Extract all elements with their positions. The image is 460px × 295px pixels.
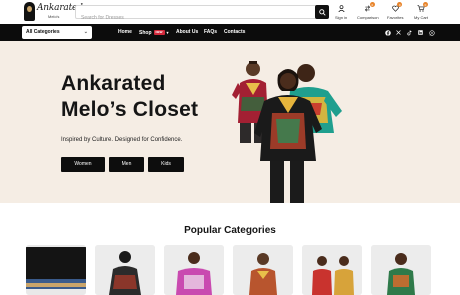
category-card[interactable] — [233, 245, 293, 295]
search-bar — [75, 5, 329, 24]
search-input[interactable] — [76, 12, 314, 24]
category-select[interactable]: All Categories ⌄ — [22, 26, 92, 39]
category-image — [26, 245, 86, 295]
whatsapp-icon[interactable] — [427, 28, 436, 37]
cart-label: My Cart — [414, 15, 428, 20]
new-badge: NEW — [153, 30, 165, 36]
search-button[interactable] — [315, 5, 329, 19]
sign-in-label: Sign in — [335, 15, 348, 20]
women-button[interactable]: Women — [61, 157, 105, 172]
category-card[interactable] — [26, 245, 86, 295]
logo-emblem — [24, 2, 35, 21]
category-card[interactable] — [371, 245, 431, 295]
facebook-icon[interactable] — [383, 28, 392, 37]
site-logo[interactable]: Ankarated Melo's — [24, 2, 83, 22]
nav-contacts[interactable]: Contacts — [224, 28, 245, 37]
category-image — [95, 245, 155, 295]
hero-title-line-2: Melo’s Closet — [61, 98, 199, 121]
chevron-down-icon: ⌄ — [83, 29, 88, 35]
favorites-link[interactable]: 0 Favorites — [387, 2, 404, 20]
sign-in-link[interactable]: Sign in — [335, 4, 347, 20]
favorites-count-badge: 0 — [397, 2, 403, 7]
category-select-value: All Categories — [26, 29, 60, 35]
category-image — [233, 245, 293, 295]
category-card[interactable] — [95, 245, 155, 295]
tiktok-icon[interactable] — [405, 28, 414, 37]
hero-models-image — [232, 61, 342, 203]
search-icon — [318, 8, 326, 16]
heart-icon: 0 — [390, 2, 403, 12]
nav-shop-label: Shop — [139, 30, 152, 36]
category-image — [164, 245, 224, 295]
hero-title-line-1: Ankarated — [61, 72, 166, 95]
linkedin-icon[interactable] — [416, 28, 425, 37]
top-header: Ankarated Melo's Sign in 0 Comparison 0 … — [0, 0, 460, 24]
category-image — [371, 245, 431, 295]
category-image — [302, 245, 362, 295]
category-card[interactable] — [302, 245, 362, 295]
favorites-label: Favorites — [387, 15, 404, 20]
logo-subtext: Melo's — [48, 14, 60, 19]
kids-button[interactable]: Kids — [148, 157, 184, 172]
user-icon — [336, 4, 346, 12]
hero-subtitle: Inspired by Culture. Designed for Confid… — [61, 137, 183, 143]
cart-count-badge: 0 — [423, 2, 428, 7]
hero-banner: Ankarated Melo’s Closet Inspired by Cult… — [0, 41, 460, 203]
comparison-label: Comparison — [357, 15, 379, 20]
chevron-down-icon: ▾ — [166, 30, 169, 35]
hero-title: Ankarated Melo’s Closet — [61, 71, 198, 123]
main-navigation: All Categories ⌄ Home Shop NEW ▾ About Us … — [0, 24, 460, 41]
comparison-link[interactable]: 0 Comparison — [357, 2, 379, 20]
nav-faqs[interactable]: FAQs — [204, 28, 217, 37]
x-icon[interactable] — [394, 28, 403, 37]
compare-icon: 0 — [363, 2, 375, 12]
popular-categories-title: Popular Categories — [184, 225, 276, 236]
nav-home[interactable]: Home — [118, 28, 132, 37]
category-card[interactable] — [164, 245, 224, 295]
cart-icon: 0 — [416, 2, 428, 12]
comparison-count-badge: 0 — [369, 2, 375, 7]
cart-link[interactable]: 0 My Cart — [414, 2, 428, 20]
men-button[interactable]: Men — [109, 157, 144, 172]
nav-shop[interactable]: Shop NEW ▾ — [139, 28, 169, 38]
nav-about-us[interactable]: About Us — [176, 28, 198, 37]
